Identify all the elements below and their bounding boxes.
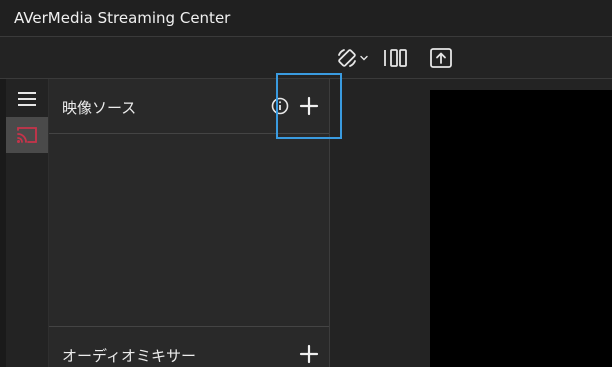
audio-mixer-header: オーディオミキサー <box>49 326 329 367</box>
audio-mixer-title: オーディオミキサー <box>62 347 196 365</box>
upload-button[interactable] <box>427 44 455 72</box>
menu-button[interactable] <box>6 81 48 117</box>
upload-icon <box>430 48 452 68</box>
add-audio-source-button[interactable] <box>298 343 320 365</box>
info-icon[interactable] <box>271 97 289 115</box>
window-title: AVerMedia Streaming Center <box>14 9 231 27</box>
add-video-source-button[interactable] <box>298 95 320 117</box>
plus-icon <box>299 344 319 364</box>
top-toolbar <box>0 37 612 79</box>
video-sources-header: 映像ソース <box>49 79 329 134</box>
main-area <box>330 79 612 367</box>
video-sources-title: 映像ソース <box>62 99 137 117</box>
split-layout-icon <box>384 49 407 67</box>
left-rail <box>0 79 48 367</box>
split-layout-button[interactable] <box>380 44 410 72</box>
chevron-down-icon <box>360 55 368 61</box>
rotate-orientation-button[interactable] <box>334 44 370 72</box>
preview-canvas[interactable] <box>430 90 612 367</box>
sources-panel: 映像ソース オーディオミキサー <box>48 79 330 367</box>
hamburger-icon <box>18 92 36 106</box>
plus-icon <box>299 96 319 116</box>
app-window: AVerMedia Streaming Center 映像ソース オーディオミキ… <box>0 0 612 367</box>
rotate-device-icon <box>338 49 356 67</box>
sidebar-item-cast[interactable] <box>6 117 48 153</box>
title-bar: AVerMedia Streaming Center <box>0 0 612 37</box>
cast-icon <box>17 127 37 143</box>
